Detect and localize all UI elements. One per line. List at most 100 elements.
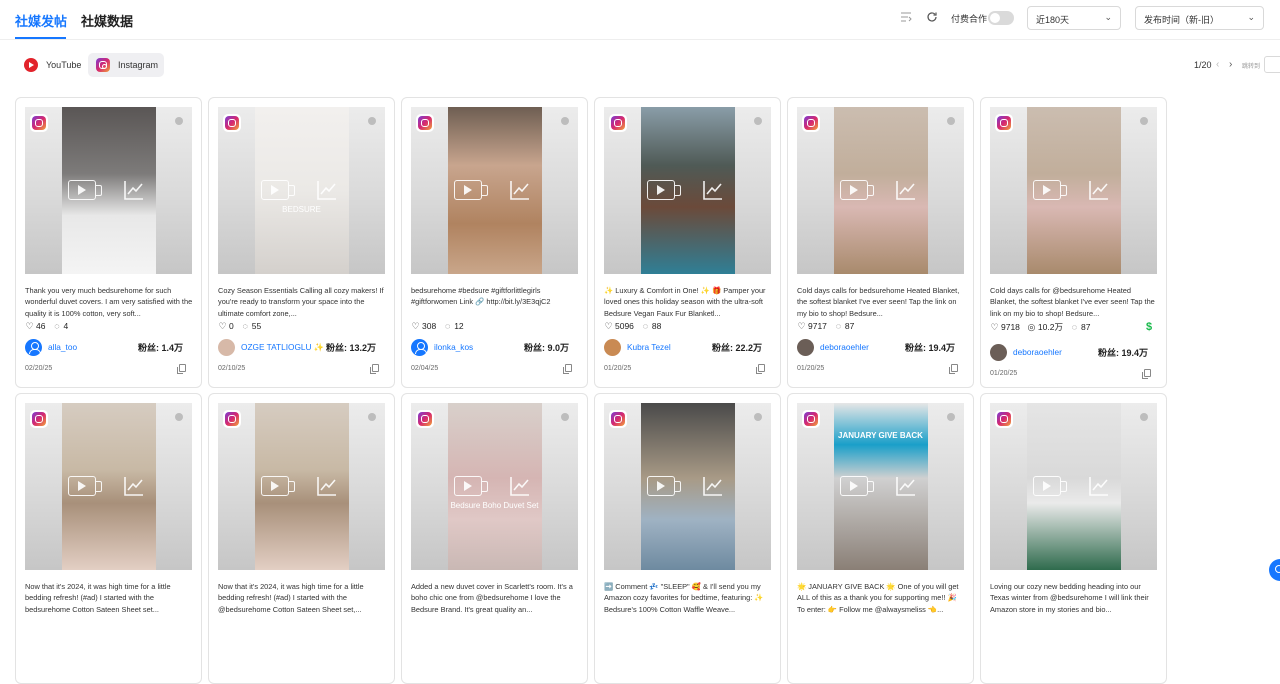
avatar[interactable] bbox=[797, 338, 814, 356]
post-card[interactable]: Cold days calls for bedsurehome Heated B… bbox=[787, 97, 974, 388]
video-icon[interactable] bbox=[1033, 180, 1067, 200]
author-name[interactable]: deboraoehler bbox=[820, 342, 905, 352]
likes-stat: ♡ 308 bbox=[411, 321, 436, 331]
trend-chart-icon[interactable] bbox=[316, 475, 338, 497]
post-card[interactable]: Now that it's 2024, it was high time for… bbox=[15, 393, 202, 684]
post-thumbnail[interactable] bbox=[218, 403, 385, 570]
select-radio[interactable] bbox=[947, 413, 955, 421]
post-thumbnail[interactable] bbox=[411, 107, 578, 274]
trend-chart-icon[interactable] bbox=[123, 179, 145, 201]
post-caption: bedsurehome #bedsure #giftforlittlegirls… bbox=[411, 286, 551, 307]
trend-chart-icon[interactable] bbox=[509, 179, 531, 201]
refresh-icon[interactable] bbox=[925, 11, 939, 25]
author-name[interactable]: ilonka_kos bbox=[434, 342, 524, 352]
video-icon[interactable] bbox=[68, 180, 102, 200]
trend-chart-icon[interactable] bbox=[1088, 475, 1110, 497]
post-thumbnail[interactable]: BEDSURE bbox=[218, 107, 385, 274]
post-thumbnail[interactable] bbox=[604, 403, 771, 570]
video-icon[interactable] bbox=[647, 476, 681, 496]
platform-instagram-button[interactable]: Instagram bbox=[88, 53, 164, 77]
trend-chart-icon[interactable] bbox=[316, 179, 338, 201]
comments-count: 87 bbox=[1080, 322, 1091, 332]
trend-chart-icon[interactable] bbox=[895, 179, 917, 201]
select-radio[interactable] bbox=[368, 117, 376, 125]
heart-icon: ♡ bbox=[990, 321, 999, 332]
video-icon[interactable] bbox=[647, 180, 681, 200]
trend-chart-icon[interactable] bbox=[895, 475, 917, 497]
avatar[interactable] bbox=[25, 338, 42, 356]
select-radio[interactable] bbox=[754, 117, 762, 125]
sort-select[interactable]: 发布时间（新-旧） ⌄ bbox=[1135, 6, 1264, 30]
post-card[interactable]: bedsurehome #bedsure #giftforlittlegirls… bbox=[401, 97, 588, 388]
filter-icon[interactable] bbox=[899, 11, 913, 25]
select-radio[interactable] bbox=[754, 413, 762, 421]
tab-social-data[interactable]: 社媒数据 bbox=[81, 11, 133, 30]
instagram-icon bbox=[30, 114, 48, 132]
video-icon[interactable] bbox=[840, 180, 874, 200]
post-card[interactable]: Now that it's 2024, it was high time for… bbox=[208, 393, 395, 684]
select-radio[interactable] bbox=[561, 413, 569, 421]
video-icon[interactable] bbox=[1033, 476, 1067, 496]
video-icon[interactable] bbox=[261, 180, 295, 200]
avatar[interactable] bbox=[990, 343, 1007, 361]
post-thumbnail[interactable] bbox=[25, 403, 192, 570]
trend-chart-icon[interactable] bbox=[702, 475, 724, 497]
copy-icon[interactable] bbox=[949, 364, 958, 374]
select-radio[interactable] bbox=[1140, 117, 1148, 125]
post-thumbnail[interactable] bbox=[25, 107, 192, 274]
next-page-icon[interactable]: › bbox=[1229, 59, 1232, 70]
page-jump-input[interactable] bbox=[1264, 56, 1280, 73]
post-card[interactable]: Thank you very much bedsurehome for such… bbox=[15, 97, 202, 388]
post-thumbnail[interactable] bbox=[990, 107, 1157, 274]
post-card[interactable]: Cold days calls for @bedsurehome Heated … bbox=[980, 97, 1167, 388]
author-name[interactable]: alla_too bbox=[48, 342, 138, 352]
author-name[interactable]: deboraoehler bbox=[1013, 347, 1098, 357]
post-thumbnail[interactable] bbox=[797, 107, 964, 274]
avatar[interactable] bbox=[604, 338, 621, 356]
trend-chart-icon[interactable] bbox=[123, 475, 145, 497]
select-radio[interactable] bbox=[1140, 413, 1148, 421]
author-name[interactable]: Kubra Tezel bbox=[627, 342, 712, 352]
comments-stat: ◌ 55 bbox=[241, 321, 262, 331]
tab-social-posts[interactable]: 社媒发帖 bbox=[15, 11, 67, 30]
post-card[interactable]: ➡️ Comment 💤 "SLEEP" 🥰 & I'll send you m… bbox=[594, 393, 781, 684]
period-select[interactable]: 近180天 ⌄ bbox=[1027, 6, 1121, 30]
trend-chart-icon[interactable] bbox=[702, 179, 724, 201]
video-icon[interactable] bbox=[840, 476, 874, 496]
platform-youtube-button[interactable]: YouTube bbox=[16, 53, 81, 77]
video-icon[interactable] bbox=[261, 476, 295, 496]
paid-collab-toggle[interactable] bbox=[988, 11, 1014, 25]
prev-page-icon[interactable]: ‹ bbox=[1216, 59, 1219, 70]
followers-count: 粉丝: 13.2万 bbox=[325, 342, 376, 353]
copy-icon[interactable] bbox=[756, 364, 765, 374]
video-icon[interactable] bbox=[68, 476, 102, 496]
trend-chart-icon[interactable] bbox=[1088, 179, 1110, 201]
author-name[interactable]: OZGE TATLIOGLU ✨ bbox=[241, 342, 326, 353]
avatar[interactable] bbox=[411, 338, 428, 356]
select-radio[interactable] bbox=[175, 413, 183, 421]
post-thumbnail[interactable] bbox=[990, 403, 1157, 570]
video-icon[interactable] bbox=[454, 476, 488, 496]
post-card[interactable]: Loving our cozy new bedding heading into… bbox=[980, 393, 1167, 684]
post-card[interactable]: JANUARY GIVE BACK 🌟 JANUARY GIVE BACK 🌟 … bbox=[787, 393, 974, 684]
post-thumbnail[interactable]: JANUARY GIVE BACK bbox=[797, 403, 964, 570]
post-thumbnail[interactable] bbox=[604, 107, 771, 274]
copy-icon[interactable] bbox=[1142, 369, 1151, 379]
help-float-button[interactable] bbox=[1269, 559, 1280, 581]
post-card[interactable]: Bedsure Boho Duvet Set Added a new duvet… bbox=[401, 393, 588, 684]
trend-chart-icon[interactable] bbox=[509, 475, 531, 497]
copy-icon[interactable] bbox=[563, 364, 572, 374]
select-radio[interactable] bbox=[368, 413, 376, 421]
select-radio[interactable] bbox=[947, 117, 955, 125]
select-radio[interactable] bbox=[175, 117, 183, 125]
select-radio[interactable] bbox=[561, 117, 569, 125]
post-card[interactable]: ✨ Luxury & Comfort in One! ✨ 🎁 Pamper yo… bbox=[594, 97, 781, 388]
post-thumbnail[interactable]: Bedsure Boho Duvet Set bbox=[411, 403, 578, 570]
avatar[interactable] bbox=[218, 338, 235, 356]
copy-icon[interactable] bbox=[177, 364, 186, 374]
followers-count: 粉丝: 19.4万 bbox=[904, 342, 955, 353]
video-icon[interactable] bbox=[454, 180, 488, 200]
copy-icon[interactable] bbox=[370, 364, 379, 374]
post-card[interactable]: BEDSURE Cozy Season Essentials Calling a… bbox=[208, 97, 395, 388]
comments-count: 4 bbox=[63, 321, 69, 331]
